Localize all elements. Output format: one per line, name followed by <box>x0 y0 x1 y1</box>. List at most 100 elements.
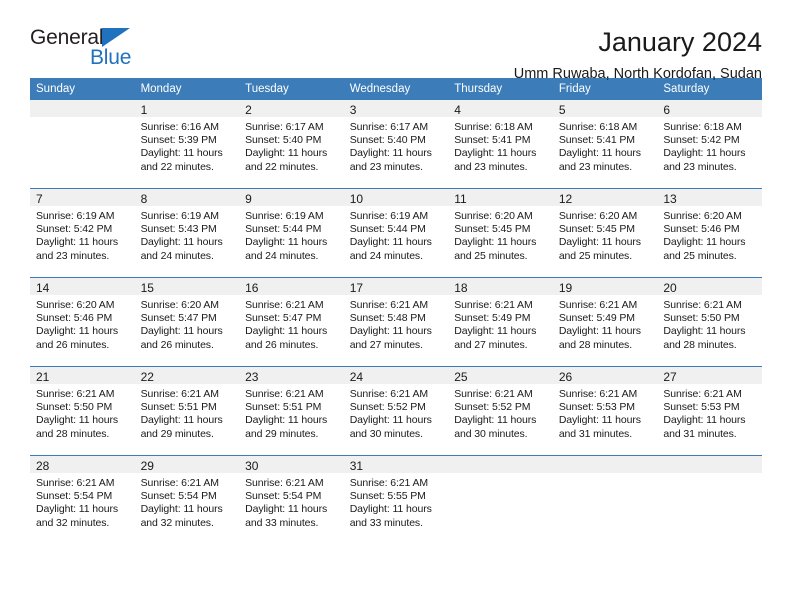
day-cell-content <box>30 100 135 188</box>
day-number: 4 <box>454 103 461 117</box>
daylight-info: Daylight: 11 hours <box>454 147 537 160</box>
calendar-day-cell[interactable]: 20 Sunrise: 6:21 AM Sunset: 5:50 PM Dayligh… <box>657 277 762 367</box>
day-number-band: 8 <box>134 189 240 206</box>
day-number-band <box>448 456 553 473</box>
day-number-band: 2 <box>239 100 344 117</box>
daylight-info: Daylight: 11 hours <box>558 414 641 427</box>
day-cell-content: 21 Sunrise: 6:21 AM Sunset: 5:50 PM Dayligh… <box>30 367 135 455</box>
calendar-day-cell[interactable]: 9 Sunrise: 6:19 AM Sunset: 5:44 PM Daylight… <box>239 188 344 278</box>
day-cell-content: 6 Sunrise: 6:18 AM Sunset: 5:42 PM Daylight… <box>657 100 762 188</box>
daylight-info: Daylight: 11 hours <box>663 147 746 160</box>
calendar-day-cell[interactable]: 19 Sunrise: 6:21 AM Sunset: 5:49 PM Dayligh… <box>552 277 658 367</box>
calendar-day-cell[interactable]: 13 Sunrise: 6:20 AM Sunset: 5:46 PM Dayligh… <box>657 188 762 278</box>
day-number-band: 22 <box>134 367 240 384</box>
day-number: 26 <box>558 370 573 384</box>
day-number-band: 27 <box>657 367 762 384</box>
calendar-day-cell[interactable]: 21 Sunrise: 6:21 AM Sunset: 5:50 PM Dayligh… <box>30 366 135 456</box>
day-cell-content: 19 Sunrise: 6:21 AM Sunset: 5:49 PM Dayligh… <box>552 278 658 366</box>
day-number-band: 28 <box>30 456 135 473</box>
sunrise-info: Sunrise: 6:21 AM <box>36 388 115 400</box>
daylight-info: Daylight: 11 hours <box>663 236 746 249</box>
calendar-day-cell[interactable]: 27 Sunrise: 6:21 AM Sunset: 5:53 PM Dayligh… <box>657 366 762 456</box>
calendar-day-cell[interactable]: 29 Sunrise: 6:21 AM Sunset: 5:54 PM Dayligh… <box>134 455 240 544</box>
calendar-day-cell[interactable]: 24 Sunrise: 6:21 AM Sunset: 5:52 PM Dayligh… <box>343 366 449 456</box>
calendar-day-cell[interactable]: 7 Sunrise: 6:19 AM Sunset: 5:42 PM Daylight… <box>30 188 135 278</box>
calendar-day-cell[interactable]: 12 Sunrise: 6:20 AM Sunset: 5:45 PM Dayligh… <box>552 188 658 278</box>
day-number-band: 20 <box>657 278 762 295</box>
calendar-body: 1 Sunrise: 6:16 AM Sunset: 5:39 PM Daylight… <box>30 100 762 544</box>
daylight-info: Daylight: 11 hours <box>349 236 432 249</box>
daylight-info: Daylight: 11 hours <box>558 147 641 160</box>
day-number: 24 <box>349 370 364 384</box>
sunset-info: Sunset: 5:51 PM <box>140 401 217 414</box>
sunrise-info: Sunrise: 6:21 AM <box>140 477 219 489</box>
sunrise-info: Sunrise: 6:18 AM <box>454 121 533 133</box>
sunset-info: Sunset: 5:50 PM <box>36 401 113 414</box>
calendar-day-cell[interactable]: 1 Sunrise: 6:16 AM Sunset: 5:39 PM Daylight… <box>134 100 240 189</box>
calendar-day-cell[interactable]: 4 Sunrise: 6:18 AM Sunset: 5:41 PM Daylight… <box>448 100 553 189</box>
calendar-day-cell[interactable]: 30 Sunrise: 6:21 AM Sunset: 5:54 PM Dayligh… <box>239 455 344 544</box>
calendar-day-cell[interactable]: 14 Sunrise: 6:20 AM Sunset: 5:46 PM Dayligh… <box>30 277 135 367</box>
daylight-info-cont: and 26 minutes. <box>245 338 319 351</box>
day-info-block: Sunrise: 6:21 AM Sunset: 5:51 PM Daylight:… <box>135 384 240 441</box>
daylight-info-cont: and 33 minutes. <box>349 516 423 529</box>
calendar-day-cell[interactable]: 16 Sunrise: 6:21 AM Sunset: 5:47 PM Dayligh… <box>239 277 344 367</box>
calendar-day-cell[interactable]: 26 Sunrise: 6:21 AM Sunset: 5:53 PM Dayligh… <box>552 366 658 456</box>
calendar-day-cell[interactable]: 15 Sunrise: 6:20 AM Sunset: 5:47 PM Dayligh… <box>134 277 240 367</box>
calendar-week-row: 14 Sunrise: 6:20 AM Sunset: 5:46 PM Dayligh… <box>30 277 762 367</box>
daylight-info-cont: and 23 minutes. <box>663 160 737 173</box>
calendar-day-cell[interactable]: 18 Sunrise: 6:21 AM Sunset: 5:49 PM Dayligh… <box>448 277 553 367</box>
daylight-info-cont: and 24 minutes. <box>140 249 214 262</box>
calendar-day-cell[interactable]: 31 Sunrise: 6:21 AM Sunset: 5:55 PM Dayligh… <box>343 455 449 544</box>
day-cell-content: 29 Sunrise: 6:21 AM Sunset: 5:54 PM Dayligh… <box>134 456 240 544</box>
day-number-band: 18 <box>448 278 553 295</box>
day-cell-content: 3 Sunrise: 6:17 AM Sunset: 5:40 PM Daylight… <box>343 100 449 188</box>
calendar-week-row: 21 Sunrise: 6:21 AM Sunset: 5:50 PM Dayligh… <box>30 366 762 456</box>
sunrise-info: Sunrise: 6:21 AM <box>454 388 533 400</box>
day-cell-content: 10 Sunrise: 6:19 AM Sunset: 5:44 PM Dayligh… <box>343 189 449 277</box>
calendar-day-cell[interactable]: 11 Sunrise: 6:20 AM Sunset: 5:45 PM Dayligh… <box>448 188 553 278</box>
sunset-info: Sunset: 5:47 PM <box>245 312 322 325</box>
calendar-day-cell[interactable]: 8 Sunrise: 6:19 AM Sunset: 5:43 PM Daylight… <box>134 188 240 278</box>
sunrise-info: Sunrise: 6:21 AM <box>663 388 742 400</box>
daylight-info-cont: and 27 minutes. <box>454 338 528 351</box>
day-cell-content: 20 Sunrise: 6:21 AM Sunset: 5:50 PM Dayligh… <box>657 278 762 366</box>
calendar-day-cell[interactable]: 5 Sunrise: 6:18 AM Sunset: 5:41 PM Daylight… <box>552 100 658 189</box>
daylight-info-cont: and 30 minutes. <box>454 427 528 440</box>
sunrise-info: Sunrise: 6:21 AM <box>663 299 742 311</box>
daylight-info-cont: and 32 minutes. <box>36 516 110 529</box>
day-info-block: Sunrise: 6:20 AM Sunset: 5:45 PM Daylight:… <box>553 206 658 263</box>
calendar-day-cell[interactable]: 28 Sunrise: 6:21 AM Sunset: 5:54 PM Dayligh… <box>30 455 135 544</box>
sunset-info: Sunset: 5:41 PM <box>454 134 531 147</box>
sunrise-info: Sunrise: 6:21 AM <box>36 477 115 489</box>
daylight-info-cont: and 22 minutes. <box>245 160 319 173</box>
sunrise-info: Sunrise: 6:20 AM <box>558 210 638 222</box>
day-number: 5 <box>558 103 566 117</box>
daylight-info-cont: and 33 minutes. <box>245 516 319 529</box>
calendar-day-cell[interactable]: 10 Sunrise: 6:19 AM Sunset: 5:44 PM Dayligh… <box>343 188 449 278</box>
daylight-info: Daylight: 11 hours <box>245 414 328 427</box>
calendar-day-cell[interactable]: 2 Sunrise: 6:17 AM Sunset: 5:40 PM Daylight… <box>239 100 344 189</box>
sunset-info: Sunset: 5:39 PM <box>140 134 217 147</box>
calendar-day-cell[interactable]: 23 Sunrise: 6:21 AM Sunset: 5:51 PM Dayligh… <box>239 366 344 456</box>
sunset-info: Sunset: 5:48 PM <box>349 312 426 325</box>
day-number-band: 16 <box>239 278 344 295</box>
calendar-empty-cell <box>30 100 135 189</box>
day-info-block: Sunrise: 6:21 AM Sunset: 5:49 PM Daylight:… <box>448 295 553 352</box>
calendar-day-cell[interactable]: 3 Sunrise: 6:17 AM Sunset: 5:40 PM Daylight… <box>343 100 449 189</box>
daylight-info-cont: and 26 minutes. <box>36 338 110 351</box>
page-subtitle: Umm Ruwaba, North Kordofan, Sudan <box>513 66 762 82</box>
daylight-info: Daylight: 11 hours <box>36 325 119 338</box>
calendar-day-cell[interactable]: 22 Sunrise: 6:21 AM Sunset: 5:51 PM Dayligh… <box>134 366 240 456</box>
day-number: 19 <box>558 281 573 295</box>
day-number: 15 <box>140 281 154 295</box>
calendar-day-cell[interactable]: 6 Sunrise: 6:18 AM Sunset: 5:42 PM Daylight… <box>657 100 762 189</box>
sunset-info: Sunset: 5:45 PM <box>558 223 635 236</box>
calendar-day-cell[interactable]: 17 Sunrise: 6:21 AM Sunset: 5:48 PM Dayligh… <box>343 277 449 367</box>
day-info-block: Sunrise: 6:21 AM Sunset: 5:50 PM Daylight:… <box>657 295 762 352</box>
logo-triangle-icon <box>102 28 130 47</box>
daylight-info-cont: and 24 minutes. <box>245 249 319 262</box>
calendar-day-cell[interactable]: 25 Sunrise: 6:21 AM Sunset: 5:52 PM Dayligh… <box>448 366 553 456</box>
sunrise-info: Sunrise: 6:19 AM <box>245 210 324 222</box>
sunrise-info: Sunrise: 6:21 AM <box>558 299 638 311</box>
